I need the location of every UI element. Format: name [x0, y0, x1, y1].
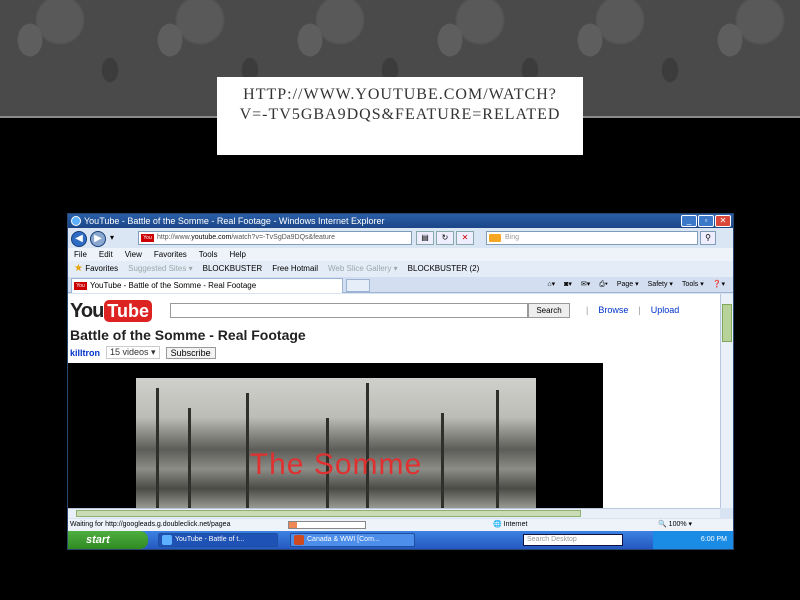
- window-title: YouTube - Battle of the Somme - Real Foo…: [84, 216, 385, 226]
- browse-link[interactable]: Browse: [598, 305, 628, 315]
- horizontal-scroll-thumb[interactable]: [76, 510, 581, 517]
- vertical-scroll-thumb[interactable]: [722, 304, 732, 342]
- command-bar: ⌂▾ ◙▾ ✉▾ ⎙▾ Page ▾ Safety ▾ Tools ▾ ❓▾: [547, 277, 725, 293]
- compatibility-icon[interactable]: ▤: [416, 231, 434, 245]
- history-dropdown-icon[interactable]: ▾: [110, 233, 114, 242]
- feeds-icon[interactable]: ◙▾: [564, 277, 572, 293]
- cmd-page[interactable]: Page ▾: [617, 277, 639, 293]
- fav-blockbuster-2[interactable]: BLOCKBUSTER (2): [408, 261, 480, 277]
- horizontal-scrollbar[interactable]: [68, 508, 720, 518]
- address-bar[interactable]: You http://www.youtube.com/watch?v=-TvSg…: [138, 231, 412, 245]
- fav-web-slice-gallery[interactable]: Web Slice Gallery ▾: [328, 261, 398, 277]
- status-bar: Waiting for http://googleads.g.doublecli…: [68, 519, 733, 531]
- ie-window-screenshot: YouTube - Battle of the Somme - Real Foo…: [67, 213, 734, 550]
- channel-link[interactable]: killtron: [70, 348, 100, 358]
- address-row: ◀ ▶ ▾ You http://www.youtube.com/watch?v…: [68, 228, 733, 248]
- cmd-tools[interactable]: Tools ▾: [682, 277, 704, 293]
- menu-favorites[interactable]: Favorites: [154, 248, 187, 261]
- powerpoint-icon: [294, 535, 304, 545]
- mail-icon[interactable]: ✉▾: [581, 277, 590, 293]
- video-player[interactable]: The Somme: [68, 363, 603, 508]
- stop-icon[interactable]: ✕: [456, 231, 474, 245]
- favorites-bar: ★ Favorites Suggested Sites ▾ BLOCKBUSTE…: [68, 261, 733, 277]
- youtube-nav-links: | Browse | Upload: [586, 305, 680, 315]
- logo-tube: Tube: [104, 300, 152, 322]
- youtube-favicon-icon: You: [141, 234, 154, 242]
- subscribe-button[interactable]: Subscribe: [165, 346, 216, 359]
- search-input[interactable]: Bing: [486, 231, 698, 245]
- maximize-button[interactable]: ▫: [698, 215, 714, 227]
- desktop-search-input[interactable]: Search Desktop: [523, 534, 623, 546]
- window-controls: _ ▫ ✕: [681, 215, 731, 227]
- close-button[interactable]: ✕: [715, 215, 731, 227]
- slide-title-box: HTTP://WWW.YOUTUBE.COM/WATCH? V=-TV5GBA9…: [217, 77, 583, 155]
- help-icon[interactable]: ❓▾: [713, 277, 725, 293]
- progress-fill: [289, 522, 297, 528]
- videos-dropdown[interactable]: 15 videos ▾: [106, 346, 160, 359]
- logo-you: You: [70, 299, 104, 322]
- menu-bar: File Edit View Favorites Tools Help: [68, 248, 733, 261]
- youtube-favicon-icon: You: [74, 282, 87, 290]
- video-title: Battle of the Somme - Real Footage: [70, 327, 306, 343]
- new-tab-button[interactable]: [346, 279, 370, 292]
- youtube-search-input[interactable]: [170, 303, 528, 318]
- search-go-icon[interactable]: ⚲: [700, 231, 716, 245]
- youtube-logo[interactable]: You Tube: [70, 300, 152, 322]
- refresh-icon[interactable]: ↻: [436, 231, 454, 245]
- taskbar-powerpoint-button[interactable]: Canada & WWI [Com...: [290, 533, 415, 547]
- fav-blockbuster[interactable]: BLOCKBUSTER: [203, 261, 263, 277]
- page-content: You Tube Search | Browse | Upload Battle…: [68, 294, 720, 508]
- ie-icon: [162, 535, 172, 545]
- menu-edit[interactable]: Edit: [99, 248, 113, 261]
- cmd-safety[interactable]: Safety ▾: [648, 277, 673, 293]
- video-overlay-text: The Somme: [249, 448, 423, 481]
- window-titlebar: YouTube - Battle of the Somme - Real Foo…: [68, 214, 733, 228]
- zone-indicator: 🌐 Internet: [493, 521, 528, 528]
- favorites-button[interactable]: ★ Favorites: [74, 261, 118, 277]
- address-prefix: http://www.: [157, 234, 192, 241]
- print-icon[interactable]: ⎙▾: [599, 277, 608, 293]
- fav-free-hotmail[interactable]: Free Hotmail: [272, 261, 318, 277]
- channel-row: killtron 15 videos ▾ Subscribe: [70, 346, 216, 359]
- taskbar-ie-button[interactable]: YouTube - Battle of t...: [158, 533, 278, 547]
- bing-icon: [489, 234, 501, 242]
- windows-taskbar: start YouTube - Battle of t... Canada & …: [68, 531, 733, 549]
- ie-logo-icon: [71, 216, 81, 226]
- vertical-scrollbar[interactable]: [720, 294, 733, 508]
- tab-row: You YouTube - Battle of the Somme - Real…: [68, 277, 733, 293]
- address-path: /watch?v=-TvSgDa9DQs&feature: [231, 234, 336, 241]
- tab-title: YouTube - Battle of the Somme - Real Foo…: [90, 281, 257, 290]
- menu-tools[interactable]: Tools: [199, 248, 218, 261]
- back-arrow-icon[interactable]: ◀: [71, 231, 87, 247]
- menu-file[interactable]: File: [74, 248, 87, 261]
- clock: 6:00 PM: [700, 536, 727, 543]
- upload-link[interactable]: Upload: [651, 305, 680, 315]
- youtube-search-button[interactable]: Search: [528, 303, 570, 318]
- star-icon: ★: [74, 263, 83, 274]
- home-icon[interactable]: ⌂▾: [547, 277, 555, 293]
- search-placeholder: Bing: [505, 234, 520, 241]
- minimize-button[interactable]: _: [681, 215, 697, 227]
- page-load-progress: [288, 521, 366, 529]
- slide-title-line-2: V=-TV5GBA9DQS&FEATURE=RELATED: [239, 106, 561, 123]
- menu-help[interactable]: Help: [229, 248, 245, 261]
- forward-arrow-icon[interactable]: ▶: [90, 231, 106, 247]
- fav-suggested-sites[interactable]: Suggested Sites ▾: [128, 261, 193, 277]
- tab-youtube[interactable]: You YouTube - Battle of the Somme - Real…: [71, 278, 343, 293]
- start-button[interactable]: start: [68, 531, 148, 549]
- status-text: Waiting for http://googleads.g.doublecli…: [70, 521, 231, 528]
- video-frame: The Somme: [136, 378, 536, 508]
- zoom-control[interactable]: 🔍 100% ▾: [658, 519, 692, 531]
- address-domain: youtube.com: [191, 234, 232, 241]
- slide-title-line-1: HTTP://WWW.YOUTUBE.COM/WATCH?: [243, 86, 557, 103]
- address-icons: ▤ ↻ ✕: [416, 231, 474, 245]
- system-tray: 6:00 PM: [653, 531, 733, 549]
- menu-view[interactable]: View: [125, 248, 142, 261]
